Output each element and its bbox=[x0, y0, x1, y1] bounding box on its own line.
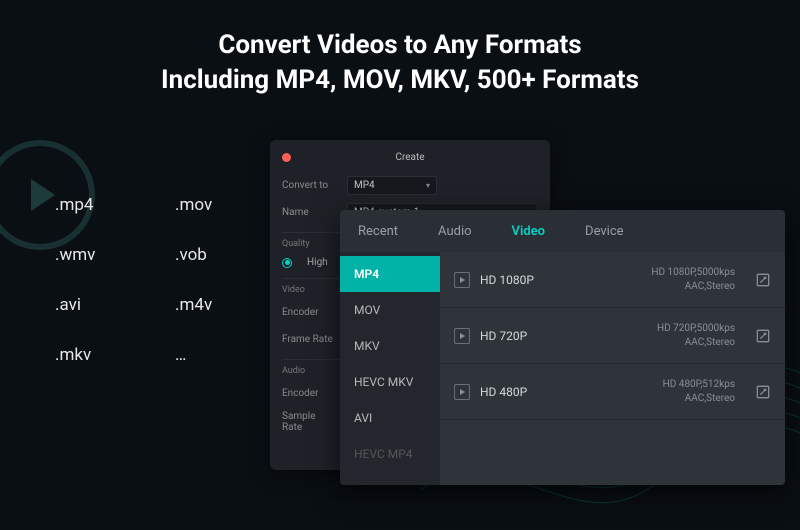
tab-recent[interactable]: Recent bbox=[358, 224, 398, 239]
audio-encoder-label: Encoder bbox=[282, 388, 337, 399]
sidebar-item-hevc-mkv[interactable]: HEVC MKV bbox=[340, 364, 440, 400]
headline-line1: Convert Videos to Any Formats bbox=[218, 30, 581, 60]
play-icon bbox=[454, 384, 470, 400]
play-icon bbox=[454, 328, 470, 344]
convert-to-select[interactable]: MP4 ▾ bbox=[347, 176, 437, 195]
preset-meta: HD 480P,512kpsAAC,Stereo bbox=[580, 378, 735, 405]
name-label: Name bbox=[282, 207, 337, 218]
sidebar-item-mkv[interactable]: MKV bbox=[340, 328, 440, 364]
window-title: Create bbox=[282, 152, 538, 163]
preset-list: HD 1080P HD 1080P,5000kpsAAC,Stereo HD 7… bbox=[440, 252, 785, 485]
format-ext: … bbox=[175, 345, 265, 365]
edit-icon[interactable] bbox=[755, 384, 771, 400]
sidebar-item-mov[interactable]: MOV bbox=[340, 292, 440, 328]
tab-device[interactable]: Device bbox=[585, 224, 624, 239]
preset-name: HD 1080P bbox=[480, 273, 570, 287]
format-ext: .mp4 bbox=[55, 195, 145, 215]
sidebar-item-mp4[interactable]: MP4 bbox=[340, 256, 440, 292]
quality-radio-high[interactable] bbox=[282, 258, 292, 268]
edit-icon[interactable] bbox=[755, 328, 771, 344]
format-grid: .mp4 .mov .wmv .vob .avi .m4v .mkv … bbox=[55, 195, 265, 365]
format-picker-window: Recent Audio Video Device MP4 MOV MKV HE… bbox=[340, 210, 785, 485]
format-ext: .m4v bbox=[175, 295, 265, 315]
format-ext: .vob bbox=[175, 245, 265, 265]
format-ext: .wmv bbox=[55, 245, 145, 265]
play-icon bbox=[454, 272, 470, 288]
list-item[interactable]: HD 480P HD 480P,512kpsAAC,Stereo bbox=[440, 364, 785, 420]
convert-to-label: Convert to bbox=[282, 180, 337, 191]
video-encoder-label: Encoder bbox=[282, 307, 337, 318]
format-sidebar: MP4 MOV MKV HEVC MKV AVI HEVC MP4 bbox=[340, 252, 440, 485]
frame-rate-label: Frame Rate bbox=[282, 334, 337, 345]
list-item[interactable]: HD 720P HD 720P,5000kpsAAC,Stereo bbox=[440, 308, 785, 364]
preset-name: HD 720P bbox=[480, 329, 570, 343]
edit-icon[interactable] bbox=[755, 272, 771, 288]
format-ext: .mov bbox=[175, 195, 265, 215]
chevron-down-icon: ▾ bbox=[426, 181, 430, 190]
headline: Convert Videos to Any Formats Including … bbox=[0, 0, 800, 98]
tab-video[interactable]: Video bbox=[512, 224, 546, 239]
preset-meta: HD 720P,5000kpsAAC,Stereo bbox=[580, 322, 735, 349]
preset-meta: HD 1080P,5000kpsAAC,Stereo bbox=[580, 266, 735, 293]
sample-rate-label: Sample Rate bbox=[282, 411, 337, 433]
quality-high-label: High bbox=[307, 257, 328, 268]
picker-tabs: Recent Audio Video Device bbox=[340, 210, 785, 252]
headline-line2: Including MP4, MOV, MKV, 500+ Formats bbox=[161, 65, 639, 95]
convert-to-value: MP4 bbox=[354, 180, 375, 191]
preset-name: HD 480P bbox=[480, 385, 570, 399]
sidebar-item-hevc-mp4[interactable]: HEVC MP4 bbox=[340, 436, 440, 472]
list-item[interactable]: HD 1080P HD 1080P,5000kpsAAC,Stereo bbox=[440, 252, 785, 308]
sidebar-item-avi[interactable]: AVI bbox=[340, 400, 440, 436]
tab-audio[interactable]: Audio bbox=[438, 224, 471, 239]
format-ext: .avi bbox=[55, 295, 145, 315]
format-ext: .mkv bbox=[55, 345, 145, 365]
